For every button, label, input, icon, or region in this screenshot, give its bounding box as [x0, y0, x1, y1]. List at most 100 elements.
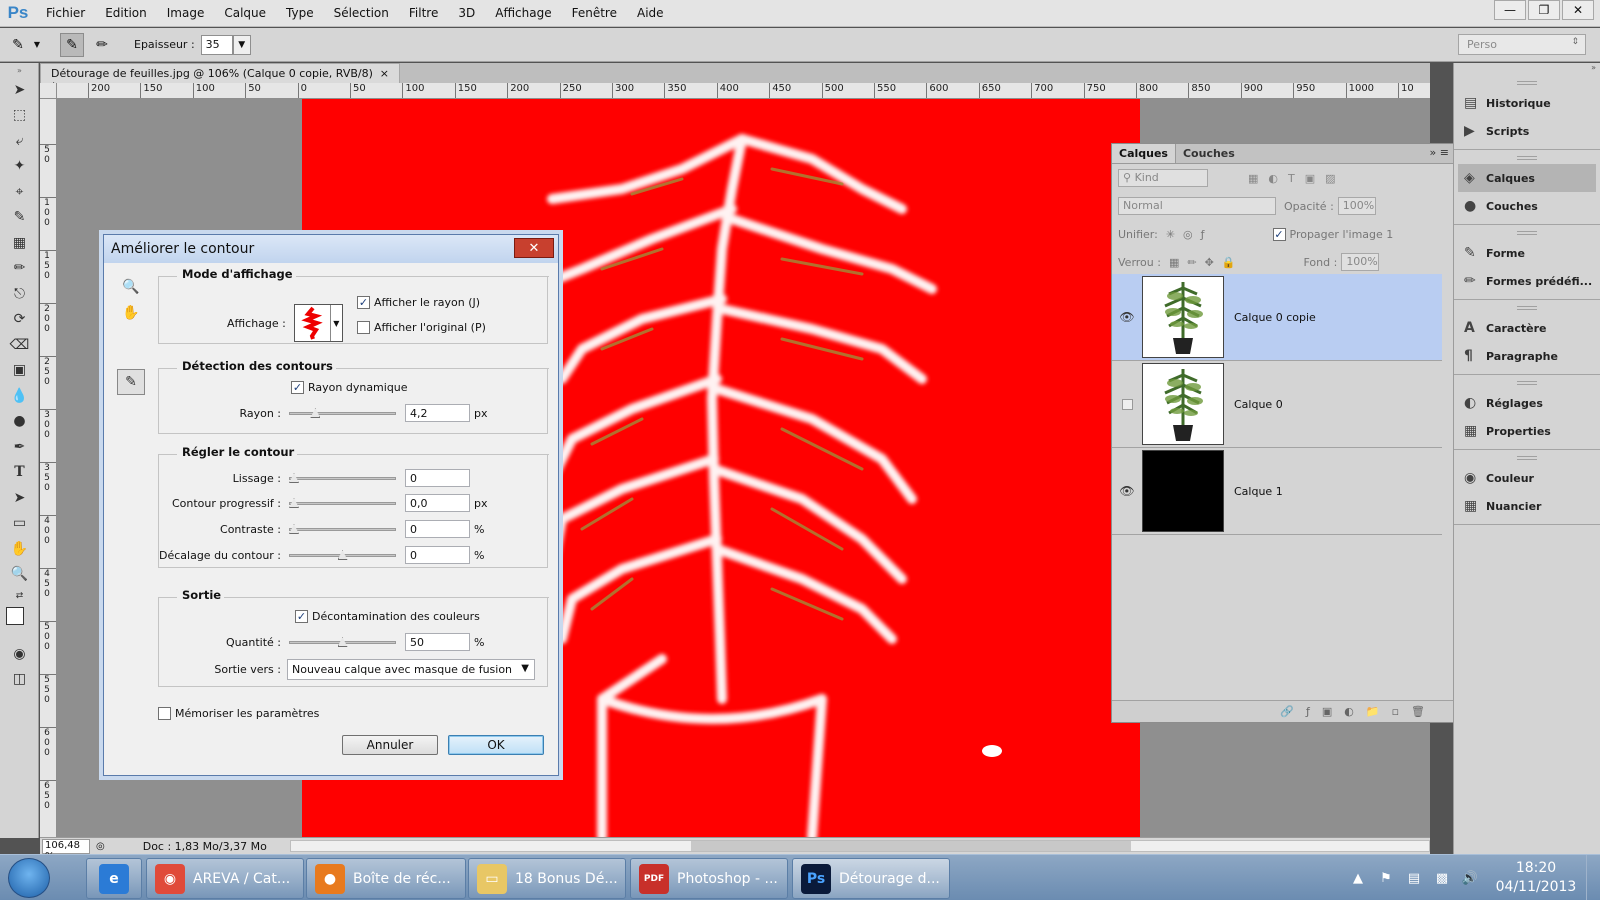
device-icon[interactable]: ▤ — [1404, 868, 1424, 888]
brush-tool-preset-icon[interactable]: ✎ — [6, 33, 30, 57]
affichage-preview-select[interactable]: ▼ — [293, 304, 343, 342]
tab-couches[interactable]: Couches — [1176, 144, 1242, 163]
zoom-level-input[interactable]: 106,48 % — [42, 838, 90, 862]
smooth-slider[interactable] — [289, 473, 396, 483]
remember-checkbox[interactable] — [158, 707, 171, 720]
menu-fichier[interactable]: Fichier — [36, 0, 95, 27]
layer-row[interactable]: Calque 0 — [1112, 361, 1442, 448]
dock-item-scripts[interactable]: ▶ Scripts — [1454, 117, 1600, 145]
action-center-icon[interactable]: ⚑ — [1376, 868, 1396, 888]
tray-expand-icon[interactable]: ▲ — [1348, 868, 1368, 888]
dock-item-reglages[interactable]: ◐ Réglages — [1454, 389, 1600, 417]
feather-input[interactable]: 0,0 — [405, 494, 470, 512]
eyedropper-tool-icon[interactable]: ✎ — [0, 205, 39, 231]
dock-grip[interactable] — [1517, 81, 1537, 85]
horizontal-ruler[interactable]: 200 150 100 50 0 50 100 150 200 250 300 350 400 450 50… — [57, 83, 1430, 99]
network-icon[interactable]: ▩ — [1432, 868, 1452, 888]
volume-icon[interactable]: 🔊 — [1460, 868, 1480, 888]
type-tool-icon[interactable]: T — [0, 460, 39, 486]
menu-3d[interactable]: 3D — [448, 0, 485, 27]
marquee-tool-icon[interactable]: ⬚ — [0, 103, 39, 129]
feather-slider[interactable] — [289, 498, 396, 508]
contrast-slider[interactable] — [289, 524, 396, 534]
smart-radius-checkbox[interactable]: ✓ — [291, 381, 304, 394]
minimize-icon[interactable]: — — [1494, 0, 1526, 20]
taskbar-button[interactable]: e — [86, 858, 142, 899]
filter-icons[interactable]: ▦◐T▣▨ — [1248, 172, 1346, 185]
lasso-tool-icon[interactable]: ⤶ — [0, 128, 39, 154]
shift-input[interactable]: 0 — [405, 546, 470, 564]
color-swatches[interactable] — [0, 605, 39, 641]
show-radius-checkbox[interactable]: ✓ — [357, 296, 370, 309]
add-mask-icon[interactable]: ▣ — [1322, 705, 1332, 718]
layer-name[interactable]: Calque 1 — [1234, 485, 1283, 498]
dock-grip[interactable] — [1517, 231, 1537, 235]
taskbar-button[interactable]: ◉ AREVA / Cat... — [146, 858, 304, 899]
menu-calque[interactable]: Calque — [214, 0, 276, 27]
start-button[interactable] — [8, 858, 50, 898]
layer-name[interactable]: Calque 0 — [1234, 398, 1283, 411]
lock-icons[interactable]: ▦✏✥🔒 — [1169, 256, 1244, 269]
adjustment-layer-icon[interactable]: ◐ — [1344, 705, 1354, 718]
quick-mask-icon[interactable]: ◉ — [0, 641, 39, 667]
history-brush-tool-icon[interactable]: ⟳ — [0, 307, 39, 333]
horizontal-scrollbar[interactable] — [290, 840, 1430, 852]
dock-grip[interactable] — [1517, 306, 1537, 310]
menu-image[interactable]: Image — [157, 0, 215, 27]
vertical-ruler[interactable]: 5 0 1 0 0 1 5 0 2 0 0 2 5 0 3 0 0 3 5 0 4 0 0 4 … — [40, 99, 57, 837]
dock-grip[interactable] — [1517, 156, 1537, 160]
output-to-select[interactable]: Nouveau calque avec masque de fusion ▼ — [287, 659, 535, 680]
panel-menu-icon[interactable]: » ≡ — [1430, 146, 1449, 159]
dock-grip[interactable] — [1517, 456, 1537, 460]
magic-wand-tool-icon[interactable]: ✦ — [0, 154, 39, 180]
delete-layer-icon[interactable]: 🗑 — [1411, 705, 1425, 718]
unify-icons[interactable]: ✳◎ƒ — [1166, 228, 1213, 241]
layer-row[interactable]: 👁 Calque 1 — [1112, 448, 1442, 535]
menu-edition[interactable]: Edition — [95, 0, 157, 27]
taskbar-button[interactable]: Ps Détourage d... — [792, 858, 950, 899]
restore-icon[interactable]: ❐ — [1528, 0, 1560, 20]
shape-tool-icon[interactable]: ▭ — [0, 511, 39, 537]
cancel-button[interactable]: Annuler — [342, 735, 438, 755]
foreground-color-swatch[interactable] — [6, 607, 24, 625]
dock-item-paragraphe[interactable]: ¶ Paragraphe — [1454, 342, 1600, 370]
eraser-tool-icon[interactable]: ⌫ — [0, 332, 39, 358]
tab-calques[interactable]: Calques — [1112, 144, 1176, 163]
new-layer-icon[interactable]: ▫ — [1392, 705, 1399, 718]
layer-style-icon[interactable]: ƒ — [1306, 705, 1310, 718]
refine-radius-brush-icon[interactable]: ✎ — [117, 369, 145, 395]
document-tab[interactable]: Détourage de feuilles.jpg @ 106% (Calque… — [40, 63, 400, 93]
dock-grip[interactable] — [1517, 381, 1537, 385]
document-tab-close-icon[interactable]: × — [380, 67, 389, 80]
close-icon[interactable]: ✕ — [1562, 0, 1594, 20]
dock-collapse-icon[interactable]: » — [1454, 63, 1600, 75]
dock-item-couleur[interactable]: ◉ Couleur — [1454, 464, 1600, 492]
refine-radius-tool-icon[interactable]: ✎ — [60, 32, 84, 57]
epaisseur-dropdown-icon[interactable]: ▼ — [232, 34, 251, 55]
show-original-checkbox[interactable] — [357, 321, 370, 334]
dialog-titlebar[interactable]: Améliorer le contour ✕ — [104, 235, 558, 263]
ok-button[interactable]: OK — [448, 735, 544, 755]
eye-icon[interactable]: 👁 — [1112, 484, 1142, 498]
horizontal-scrollbar-thumb[interactable] — [691, 841, 1131, 851]
new-group-icon[interactable]: 📁 — [1366, 705, 1380, 718]
show-desktop-button[interactable] — [1586, 855, 1600, 900]
hand-tool-icon[interactable]: ✋ — [122, 305, 139, 321]
dock-item-forme[interactable]: ✎ Forme — [1454, 239, 1600, 267]
menu-aide[interactable]: Aide — [627, 0, 674, 27]
path-selection-tool-icon[interactable]: ➤ — [0, 485, 39, 511]
radius-slider[interactable] — [289, 408, 396, 418]
smooth-input[interactable]: 0 — [405, 469, 470, 487]
preset-dropdown-icon[interactable]: ▼ — [32, 33, 42, 57]
dock-item-caractere[interactable]: A Caractère — [1454, 314, 1600, 342]
swap-colors-icon[interactable]: ⇄ — [0, 587, 39, 605]
dock-item-couches[interactable]: ● Couches — [1454, 192, 1600, 220]
taskbar-button[interactable]: ● Boîte de réc... — [306, 858, 466, 899]
menu-affichage[interactable]: Affichage — [485, 0, 561, 27]
dialog-close-icon[interactable]: ✕ — [514, 238, 554, 258]
hand-tool-icon[interactable]: ✋ — [0, 536, 39, 562]
radius-input[interactable]: 4,2 — [405, 404, 470, 422]
workspace-select[interactable]: Perso ⇕ — [1458, 34, 1586, 55]
collapse-tools-icon[interactable]: » — [0, 63, 39, 77]
gradient-tool-icon[interactable]: ▣ — [0, 358, 39, 384]
